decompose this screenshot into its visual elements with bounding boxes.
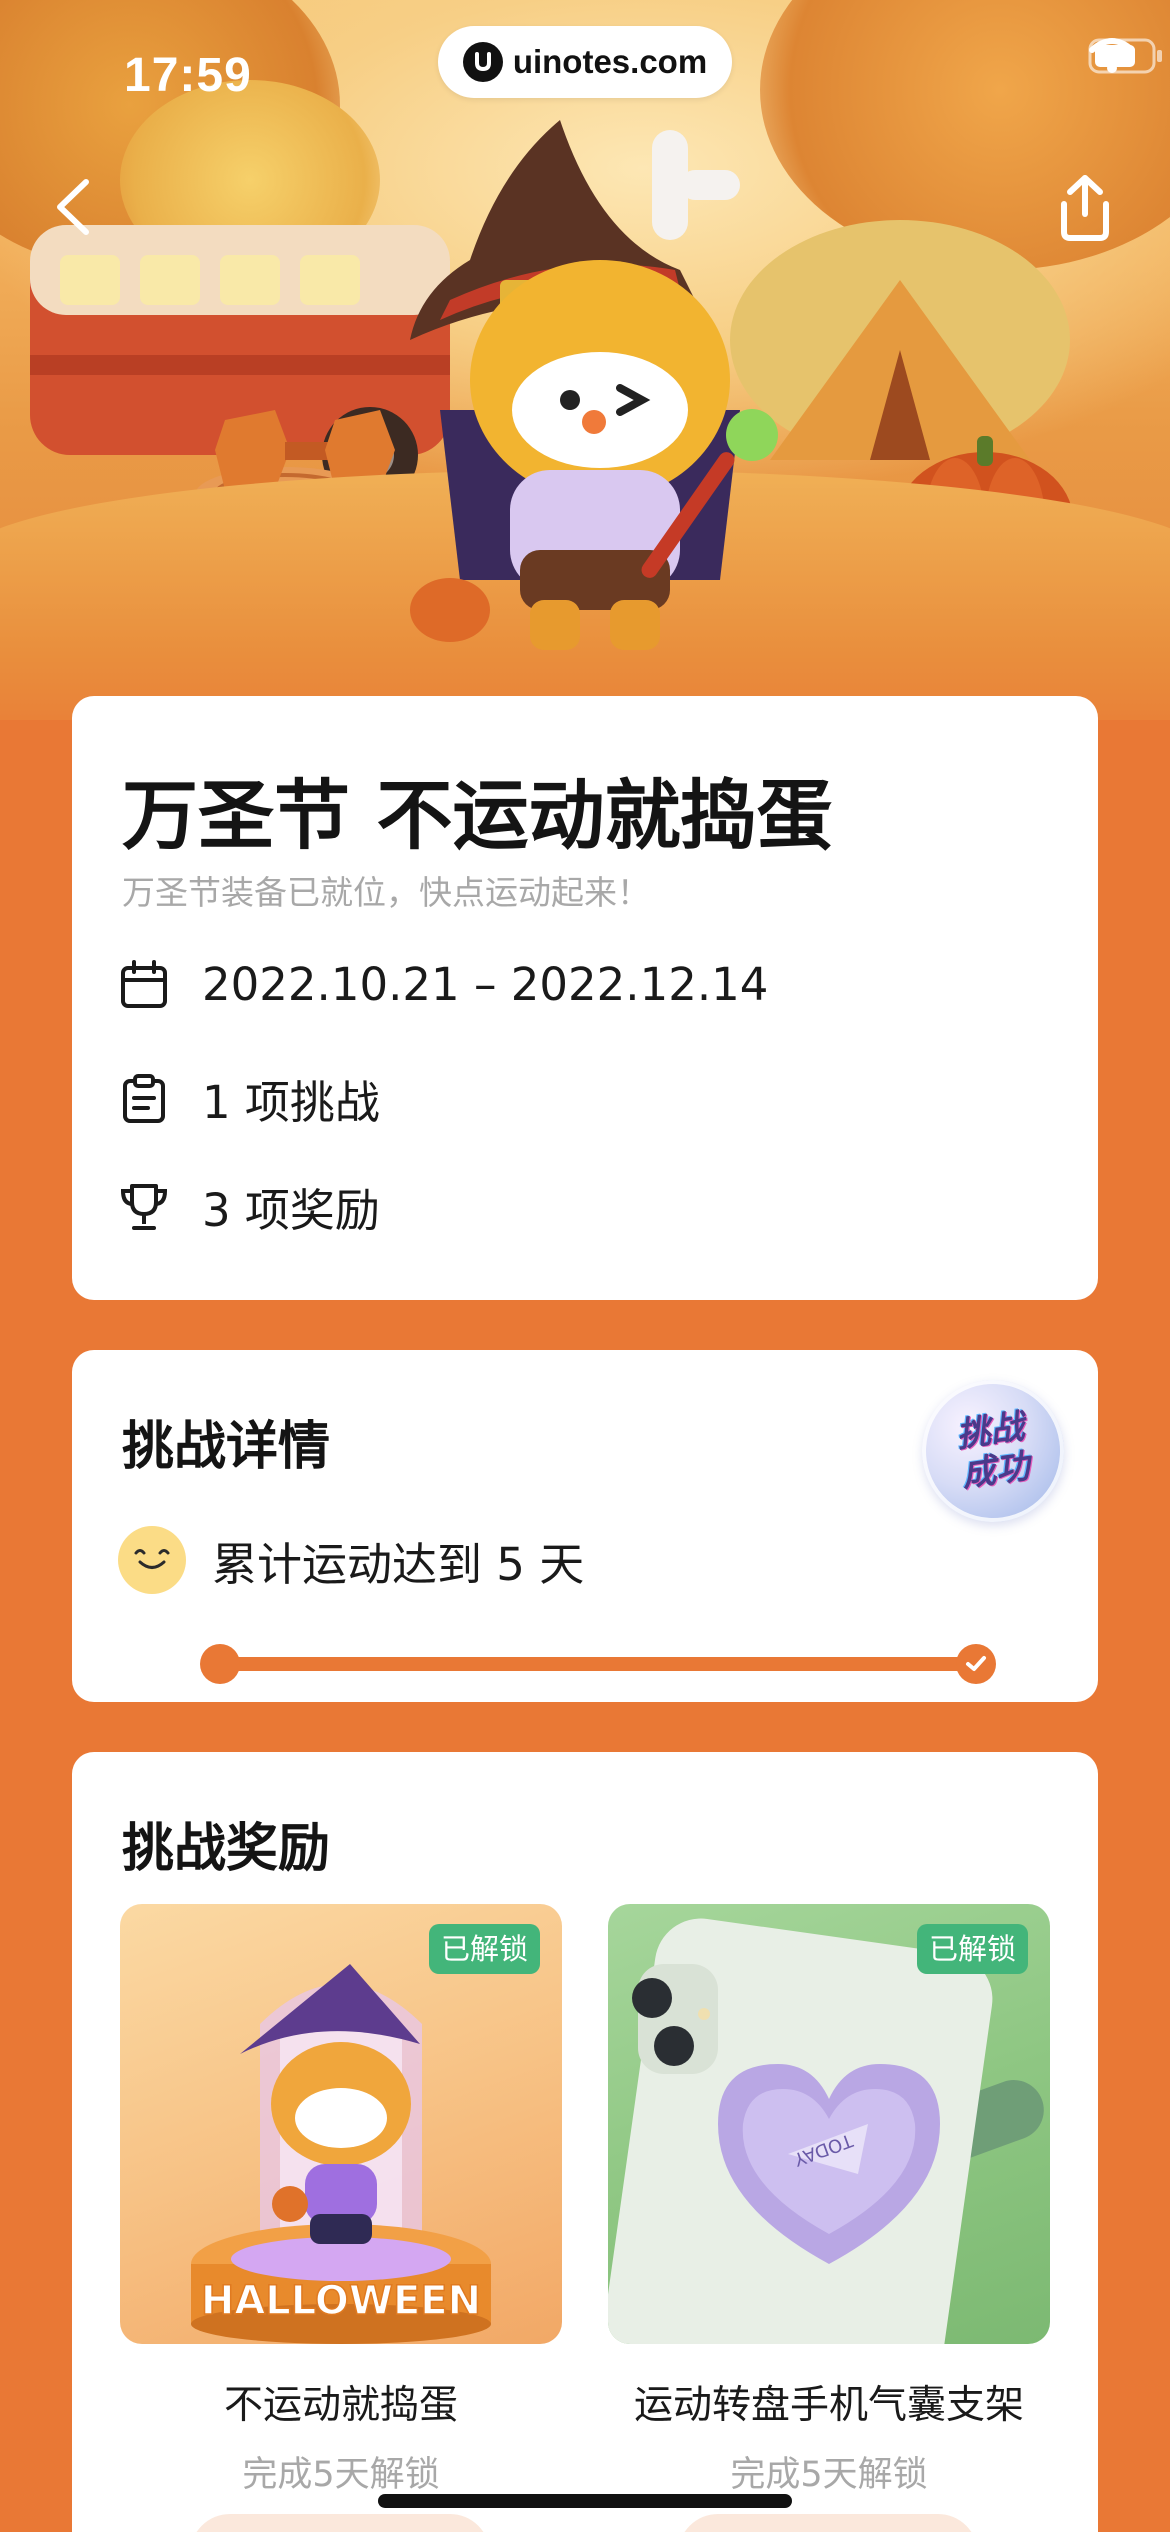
reward-image-halloween[interactable]: HALLOWEEN 已解锁 — [120, 1904, 562, 2344]
progress-fill — [204, 1657, 990, 1671]
date-range-text: 2022.10.21 – 2022.12.14 — [202, 958, 769, 1011]
share-icon[interactable] — [1050, 170, 1120, 244]
challenge-success-badge: 挑战 成功 — [912, 1370, 1074, 1532]
reward-action-button[interactable] — [190, 2514, 490, 2532]
rewards-section-title: 挑战奖励 — [122, 1819, 331, 1879]
challenge-detail-title: 挑战详情 — [122, 1417, 331, 1477]
uinotes-logo-icon — [462, 42, 503, 82]
challenges-count-row: 1 项挑战 — [118, 1066, 380, 1131]
rewards-count-text: 3 项奖励 — [202, 1184, 380, 1237]
url-pill[interactable]: uinotes.com — [438, 26, 732, 98]
mascot-illustration — [410, 120, 778, 650]
event-subtitle: 万圣节装备已就位，快点运动起来！ — [122, 873, 650, 912]
badge-line-2: 成功 — [959, 1446, 1033, 1496]
challenge-goal-row: 累计运动达到 5 天 — [118, 1526, 584, 1594]
unlocked-tag: 已解锁 — [428, 1924, 540, 1974]
home-indicator[interactable] — [378, 2494, 792, 2508]
clipboard-icon — [118, 1073, 170, 1125]
event-info-card: 万圣节 不运动就捣蛋 万圣节装备已就位，快点运动起来！ 2022.10.21 –… — [72, 696, 1098, 1300]
challenge-goal-text: 累计运动达到 5 天 — [212, 1537, 585, 1591]
reward-unlock-hint: 完成5天解锁 — [242, 2455, 440, 2495]
reward-action-button[interactable] — [678, 2514, 978, 2532]
halloween-art-text: HALLOWEEN — [201, 2278, 481, 2324]
challenge-detail-card: 挑战详情 挑战 成功 累计运动达到 5 天 — [72, 1350, 1098, 1702]
challenge-rewards-card: 挑战奖励 HALLOWEEN 已解锁 TODAY 已解锁 不运动就捣蛋 完成5天… — [72, 1752, 1098, 2532]
calendar-icon — [118, 959, 170, 1011]
reward-unlock-hint: 完成5天解锁 — [730, 2455, 928, 2495]
event-title: 万圣节 不运动就捣蛋 — [122, 771, 833, 860]
progress-start-dot — [200, 1644, 240, 1684]
progress-complete-check-icon — [956, 1644, 996, 1684]
reward-image-phone-grip[interactable]: TODAY 已解锁 — [608, 1904, 1050, 2344]
date-range-row: 2022.10.21 – 2022.12.14 — [118, 958, 768, 1011]
trophy-icon — [118, 1181, 170, 1233]
reward-name: 运动转盘手机气囊支架 — [633, 2383, 1024, 2428]
rewards-count-row: 3 项奖励 — [118, 1174, 380, 1239]
battery-icon — [1088, 38, 1162, 74]
chevron-left-icon[interactable] — [46, 172, 106, 242]
hero-banner: 17:59 uinotes.com — [0, 0, 1170, 720]
challenge-progress-bar — [200, 1644, 996, 1684]
url-text: uinotes.com — [512, 43, 708, 80]
status-time: 17:59 — [124, 49, 252, 102]
unlocked-tag: 已解锁 — [916, 1924, 1028, 1974]
challenges-count-text: 1 项挑战 — [202, 1076, 380, 1129]
reward-name: 不运动就捣蛋 — [223, 2383, 458, 2428]
smiley-icon — [118, 1526, 186, 1594]
